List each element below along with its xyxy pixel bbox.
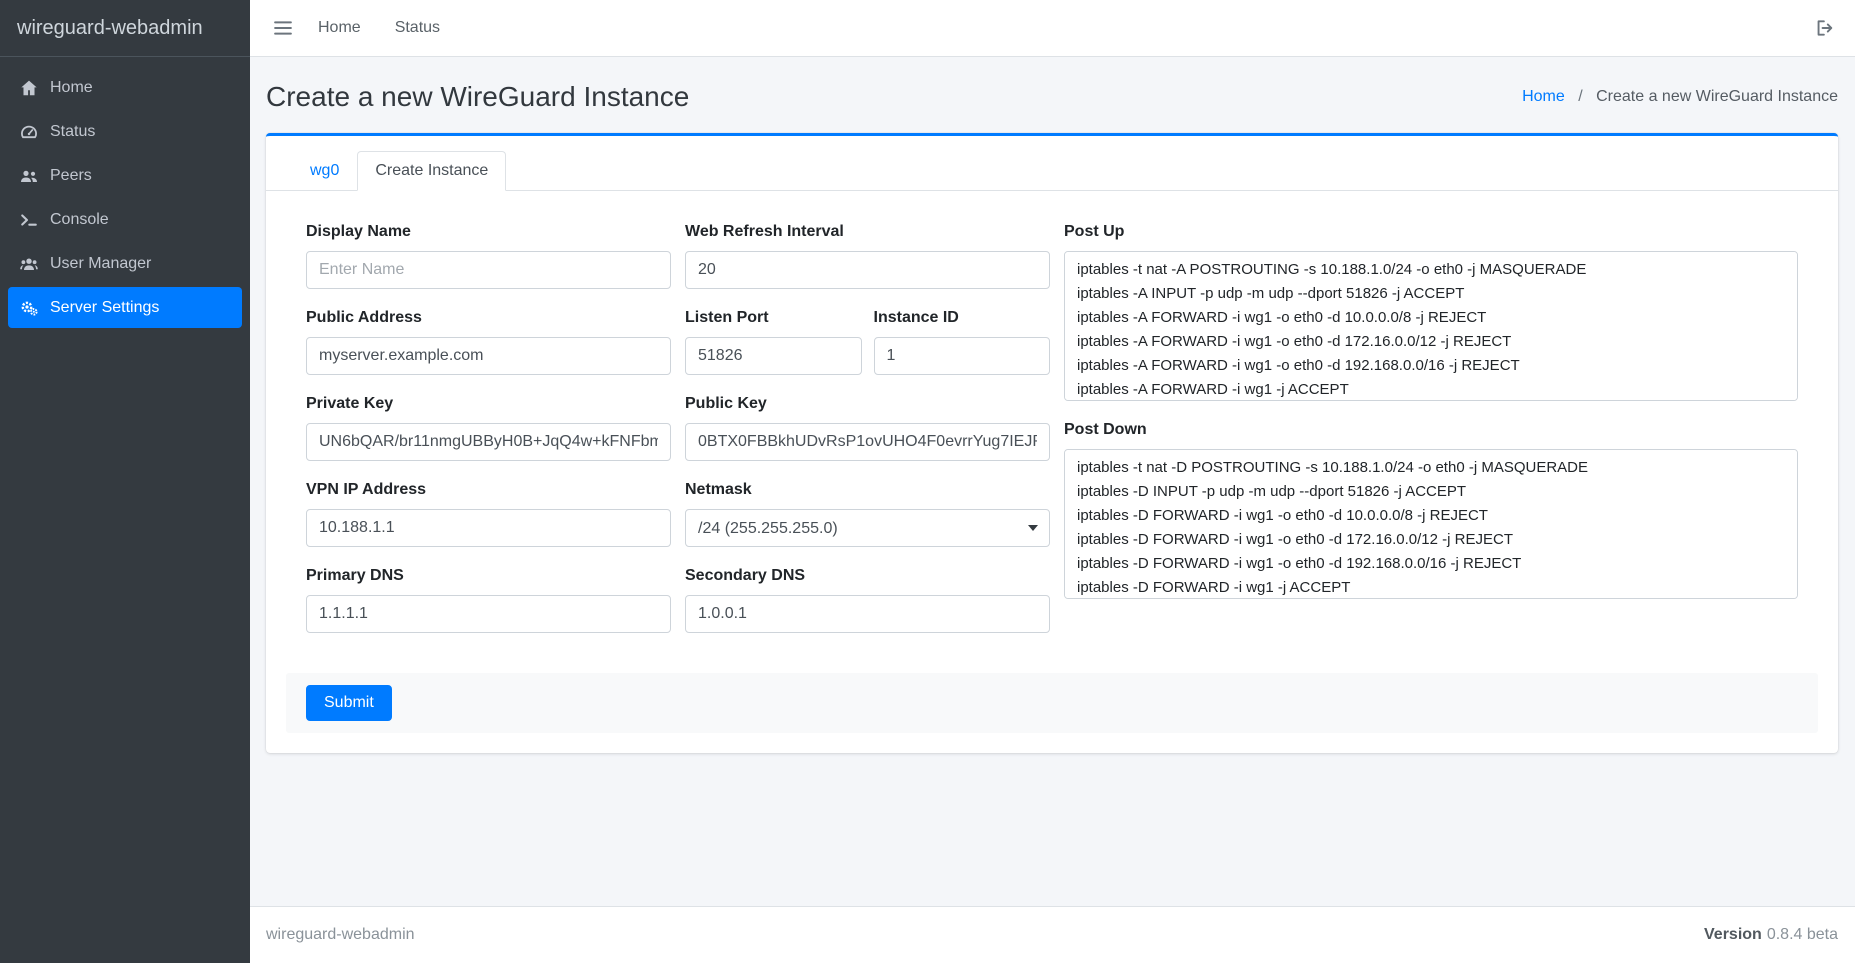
sidebar-item-label: Console (50, 211, 109, 229)
public-address-label: Public Address (306, 307, 671, 329)
form-column-right: Post Up iptables -t nat -A POSTROUTING -… (1064, 221, 1798, 651)
display-name-input[interactable] (306, 251, 671, 289)
private-key-label: Private Key (306, 393, 671, 415)
primary-dns-label: Primary DNS (306, 565, 671, 587)
app-root: wireguard-webadmin Home Status Peers (0, 0, 1855, 963)
port-id-row: Listen Port Instance ID (685, 307, 1050, 375)
instance-card: wg0 Create Instance Display Name (266, 133, 1838, 753)
content-column: Home Status Create a new WireGuard Insta… (250, 0, 1855, 963)
primary-dns-group: Primary DNS (306, 565, 671, 633)
instance-id-label: Instance ID (874, 307, 1051, 329)
sidebar-item-status[interactable]: Status (8, 111, 242, 152)
breadcrumb: Home / Create a new WireGuard Instance (1522, 88, 1838, 106)
card-header: wg0 Create Instance (266, 136, 1838, 191)
submit-button[interactable]: Submit (306, 685, 392, 721)
web-refresh-group: Web Refresh Interval (685, 221, 1050, 289)
form-column-middle: Web Refresh Interval Listen Port Instanc… (685, 221, 1050, 651)
top-navbar: Home Status (250, 0, 1855, 57)
sidebar-item-server-settings[interactable]: Server Settings (8, 287, 242, 328)
tab-wg0[interactable]: wg0 (292, 151, 357, 191)
netmask-select[interactable]: /24 (255.255.255.0) (685, 509, 1050, 547)
public-key-input[interactable] (685, 423, 1050, 461)
vpn-ip-group: VPN IP Address (306, 479, 671, 547)
footer-version: Version 0.8.4 beta (1704, 926, 1838, 944)
sidebar-item-label: User Manager (50, 255, 151, 273)
instance-tabs: wg0 Create Instance (292, 151, 1818, 191)
form-column-left: Display Name Public Address Private Key (306, 221, 671, 651)
post-up-label: Post Up (1064, 221, 1798, 243)
private-key-input[interactable] (306, 423, 671, 461)
public-address-input[interactable] (306, 337, 671, 375)
sidebar-item-user-manager[interactable]: User Manager (8, 243, 242, 284)
footer-version-label: Version (1704, 926, 1762, 943)
instance-id-input[interactable] (874, 337, 1051, 375)
user-manager-icon (16, 255, 42, 273)
brand[interactable]: wireguard-webadmin (0, 0, 250, 57)
primary-dns-input[interactable] (306, 595, 671, 633)
secondary-dns-input[interactable] (685, 595, 1050, 633)
instance-form: Display Name Public Address Private Key (306, 221, 1798, 651)
breadcrumb-separator: / (1578, 88, 1582, 105)
topnav-link-status[interactable]: Status (395, 19, 440, 37)
sidebar-item-label: Home (50, 79, 93, 97)
post-up-group: Post Up iptables -t nat -A POSTROUTING -… (1064, 221, 1798, 401)
post-down-label: Post Down (1064, 419, 1798, 441)
submit-strip: Submit (286, 673, 1818, 733)
status-icon (16, 123, 42, 141)
sidebar-nav: Home Status Peers Console (0, 57, 250, 341)
instance-id-group: Instance ID (874, 307, 1051, 375)
tab-create-instance[interactable]: Create Instance (357, 151, 506, 191)
listen-port-label: Listen Port (685, 307, 862, 329)
server-settings-icon (16, 299, 42, 317)
sidebar-item-home[interactable]: Home (8, 67, 242, 108)
public-address-group: Public Address (306, 307, 671, 375)
public-key-label: Public Key (685, 393, 1050, 415)
page-footer: wireguard-webadmin Version 0.8.4 beta (250, 906, 1855, 963)
sidebar-toggle-button[interactable] (274, 20, 292, 36)
footer-version-value: 0.8.4 beta (1767, 926, 1838, 943)
post-down-group: Post Down iptables -t nat -D POSTROUTING… (1064, 419, 1798, 599)
netmask-group: Netmask /24 (255.255.255.0) (685, 479, 1050, 547)
vpn-ip-label: VPN IP Address (306, 479, 671, 501)
topnav-link-home[interactable]: Home (318, 19, 361, 37)
listen-port-group: Listen Port (685, 307, 862, 375)
breadcrumb-current: Create a new WireGuard Instance (1596, 88, 1838, 105)
sidebar: wireguard-webadmin Home Status Peers (0, 0, 250, 963)
breadcrumb-home-link[interactable]: Home (1522, 88, 1565, 105)
display-name-label: Display Name (306, 221, 671, 243)
home-icon (16, 79, 42, 97)
sidebar-item-label: Status (50, 123, 95, 141)
private-key-group: Private Key (306, 393, 671, 461)
main-content: Create a new WireGuard Instance Home / C… (250, 57, 1855, 906)
netmask-label: Netmask (685, 479, 1050, 501)
web-refresh-label: Web Refresh Interval (685, 221, 1050, 243)
sidebar-item-peers[interactable]: Peers (8, 155, 242, 196)
card-body: Display Name Public Address Private Key (266, 191, 1838, 753)
sidebar-item-label: Server Settings (50, 299, 159, 317)
console-icon (16, 211, 42, 229)
vpn-ip-input[interactable] (306, 509, 671, 547)
peers-icon (16, 167, 42, 185)
sidebar-item-label: Peers (50, 167, 92, 185)
logout-icon[interactable] (1815, 19, 1835, 37)
public-key-group: Public Key (685, 393, 1050, 461)
netmask-select-wrap: /24 (255.255.255.0) (685, 509, 1050, 547)
post-down-textarea[interactable]: iptables -t nat -D POSTROUTING -s 10.188… (1064, 449, 1798, 599)
page-title: Create a new WireGuard Instance (266, 81, 689, 113)
listen-port-input[interactable] (685, 337, 862, 375)
secondary-dns-group: Secondary DNS (685, 565, 1050, 633)
footer-brand: wireguard-webadmin (266, 926, 415, 944)
web-refresh-input[interactable] (685, 251, 1050, 289)
display-name-group: Display Name (306, 221, 671, 289)
post-up-textarea[interactable]: iptables -t nat -A POSTROUTING -s 10.188… (1064, 251, 1798, 401)
sidebar-item-console[interactable]: Console (8, 199, 242, 240)
page-header: Create a new WireGuard Instance Home / C… (266, 81, 1838, 113)
secondary-dns-label: Secondary DNS (685, 565, 1050, 587)
